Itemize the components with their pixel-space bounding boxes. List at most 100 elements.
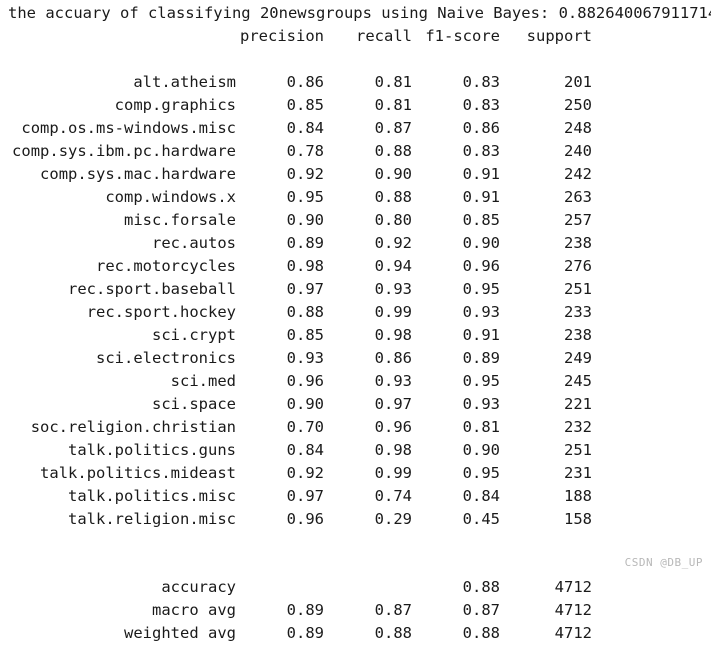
cell-precision: 0.89 [286, 234, 324, 252]
cell-recall: 0.90 [374, 165, 412, 183]
table-row: misc.forsale 0.90 0.80 0.85 257 [0, 209, 711, 232]
cell-precision: 0.96 [286, 372, 324, 390]
cell-support: 158 [564, 510, 592, 528]
cell-class-label: rec.sport.hockey [86, 303, 236, 321]
cell-recall: 0.88 [374, 624, 412, 642]
cell-support: 238 [564, 326, 592, 344]
cell-f1-score: 0.95 [462, 280, 500, 298]
cell-precision: 0.84 [286, 441, 324, 459]
cell-class-label: soc.religion.christian [30, 418, 236, 436]
cell-class-label: rec.sport.baseball [68, 280, 236, 298]
cell-recall: 0.96 [374, 418, 412, 436]
table-row: alt.atheism 0.86 0.81 0.83 201 [0, 71, 711, 94]
cell-support: 251 [564, 441, 592, 459]
cell-support: 251 [564, 280, 592, 298]
summary-gap-spacer-2 [0, 554, 711, 576]
cell-recall: 0.92 [374, 234, 412, 252]
cell-class-label: rec.autos [152, 234, 236, 252]
cell-f1-score: 0.90 [462, 441, 500, 459]
cell-support: 233 [564, 303, 592, 321]
cell-f1-score: 0.87 [462, 601, 500, 619]
cell-f1-score: 0.93 [462, 395, 500, 413]
cell-class-label: comp.graphics [114, 96, 236, 114]
cell-class-label: comp.sys.ibm.pc.hardware [12, 142, 236, 160]
cell-class-label: rec.motorcycles [96, 257, 236, 275]
cell-support: 245 [564, 372, 592, 390]
report-title: the accuary of classifying 20newsgroups … [8, 4, 711, 22]
cell-recall: 0.80 [374, 211, 412, 229]
cell-precision: 0.97 [286, 280, 324, 298]
cell-precision: 0.88 [286, 303, 324, 321]
cell-precision: 0.95 [286, 188, 324, 206]
cell-class-label: sci.space [152, 395, 236, 413]
cell-precision: 0.89 [286, 624, 324, 642]
table-row: rec.sport.hockey 0.88 0.99 0.93 233 [0, 301, 711, 324]
cell-support: 257 [564, 211, 592, 229]
table-row: comp.sys.mac.hardware 0.92 0.90 0.91 242 [0, 163, 711, 186]
cell-f1-score: 0.93 [462, 303, 500, 321]
cell-class-label: talk.politics.guns [68, 441, 236, 459]
cell-recall: 0.93 [374, 372, 412, 390]
summary-rows-container: accuracy 0.88 4712 macro avg 0.89 0.87 0.87 471… [0, 576, 711, 645]
cell-recall: 0.98 [374, 441, 412, 459]
table-row: rec.autos 0.89 0.92 0.90 238 [0, 232, 711, 255]
column-header-recall: recall [356, 27, 412, 45]
cell-class-label: alt.atheism [133, 73, 236, 91]
classification-report-console: the accuary of classifying 20newsgroups … [0, 0, 711, 642]
cell-support: 263 [564, 188, 592, 206]
header-gap-spacer [0, 48, 711, 71]
column-header-precision: precision [240, 27, 324, 45]
cell-recall: 0.94 [374, 257, 412, 275]
cell-precision: 0.92 [286, 464, 324, 482]
cell-f1-score: 0.95 [462, 372, 500, 390]
cell-f1-score: 0.88 [462, 624, 500, 642]
cell-f1-score: 0.83 [462, 73, 500, 91]
cell-class-label: accuracy [161, 578, 236, 596]
cell-class-label: sci.crypt [152, 326, 236, 344]
table-row: talk.politics.mideast 0.92 0.99 0.95 231 [0, 462, 711, 485]
cell-f1-score: 0.86 [462, 119, 500, 137]
table-row: comp.sys.ibm.pc.hardware 0.78 0.88 0.83 240 [0, 140, 711, 163]
cell-f1-score: 0.81 [462, 418, 500, 436]
cell-support: 249 [564, 349, 592, 367]
cell-precision: 0.90 [286, 211, 324, 229]
cell-support: 250 [564, 96, 592, 114]
cell-support: 231 [564, 464, 592, 482]
table-row: comp.windows.x 0.95 0.88 0.91 263 [0, 186, 711, 209]
cell-precision: 0.89 [286, 601, 324, 619]
cell-precision: 0.97 [286, 487, 324, 505]
cell-recall: 0.87 [374, 119, 412, 137]
cell-recall: 0.88 [374, 142, 412, 160]
cell-class-label: comp.os.ms-windows.misc [21, 119, 236, 137]
column-header-f1-score: f1-score [425, 27, 500, 45]
cell-recall: 0.97 [374, 395, 412, 413]
cell-precision: 0.90 [286, 395, 324, 413]
class-rows-container: alt.atheism 0.86 0.81 0.83 201 comp.graphics 0… [0, 71, 711, 531]
cell-support: 238 [564, 234, 592, 252]
cell-recall: 0.81 [374, 73, 412, 91]
cell-f1-score: 0.95 [462, 464, 500, 482]
cell-class-label: talk.politics.mideast [40, 464, 236, 482]
cell-precision: 0.78 [286, 142, 324, 160]
table-row: rec.motorcycles 0.98 0.94 0.96 276 [0, 255, 711, 278]
cell-class-label: comp.sys.mac.hardware [40, 165, 236, 183]
cell-support: 248 [564, 119, 592, 137]
cell-class-label: sci.med [170, 372, 236, 390]
cell-precision: 0.85 [286, 326, 324, 344]
table-row: sci.space 0.90 0.97 0.93 221 [0, 393, 711, 416]
cell-class-label: talk.religion.misc [68, 510, 236, 528]
table-header-row: precision recall f1-score support [0, 25, 711, 48]
cell-recall: 0.29 [374, 510, 412, 528]
column-header-support: support [526, 27, 592, 45]
cell-class-label: comp.windows.x [105, 188, 236, 206]
cell-f1-score: 0.83 [462, 142, 500, 160]
table-row: soc.religion.christian 0.70 0.96 0.81 232 [0, 416, 711, 439]
cell-recall: 0.88 [374, 188, 412, 206]
summary-row: weighted avg 0.89 0.88 0.88 4712 [0, 622, 711, 645]
cell-precision: 0.86 [286, 73, 324, 91]
table-row: talk.religion.misc 0.96 0.29 0.45 158 [0, 508, 711, 531]
cell-class-label: misc.forsale [124, 211, 236, 229]
summary-row: macro avg 0.89 0.87 0.87 4712 [0, 599, 711, 622]
table-row: talk.politics.misc 0.97 0.74 0.84 188 [0, 485, 711, 508]
cell-precision: 0.92 [286, 165, 324, 183]
